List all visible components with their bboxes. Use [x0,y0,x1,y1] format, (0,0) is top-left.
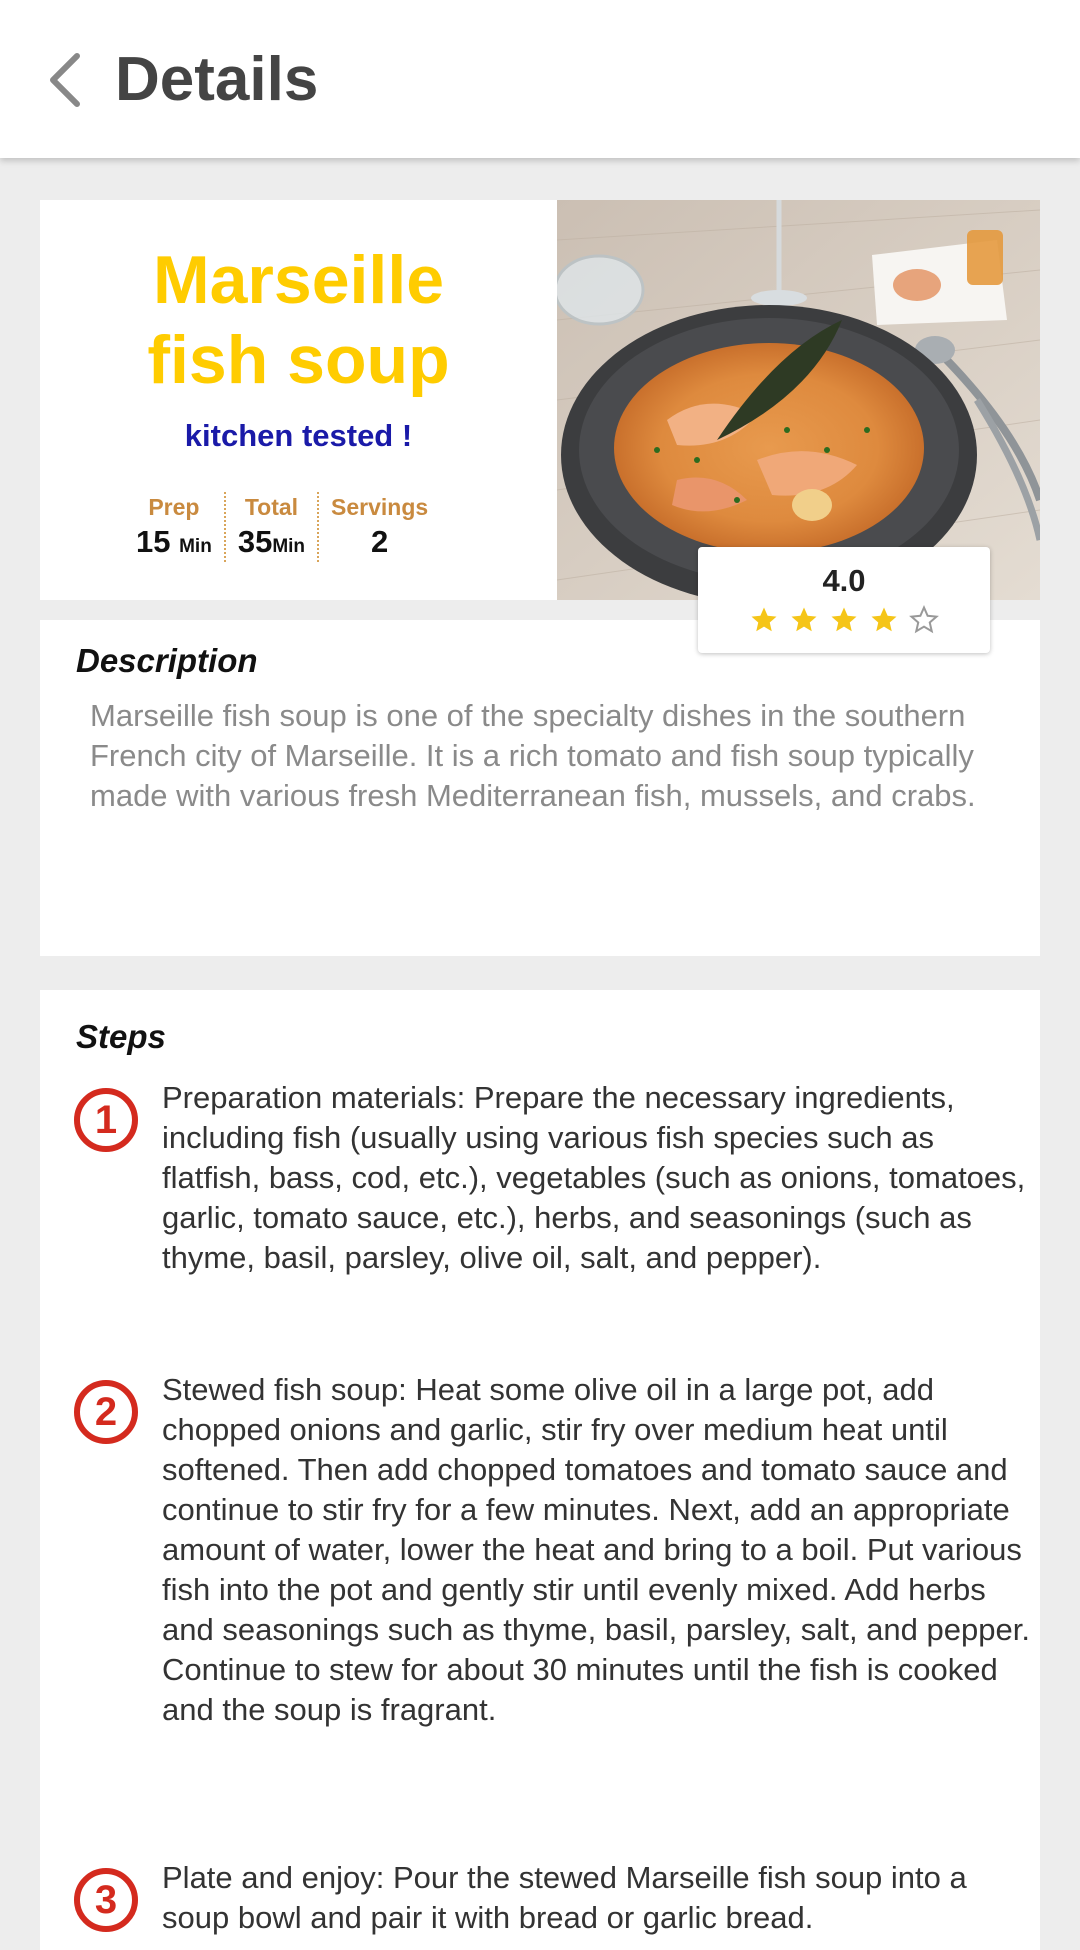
rating-card[interactable]: 4.0 [698,547,990,653]
top-app-bar: Details [0,0,1080,158]
recipe-title-line-1: Marseille [152,242,445,318]
chevron-left-icon [50,53,80,107]
recipe-title-line-2: fish soup [147,322,450,398]
stat-prep-label: Prep [148,494,200,520]
step-text: Plate and enjoy: Pour the stewed Marseil… [162,1860,967,1935]
star-filled-icon [831,607,857,632]
stat-total-number: 35 [237,524,273,559]
description-heading: Description [76,642,258,679]
kitchen-tested-badge: kitchen tested ! [184,418,413,453]
stat-servings: Servings 2 [317,492,440,562]
recipe-summary: Marseille fish soup kitchen tested ! Pre… [40,200,557,600]
rating-value: 4.0 [822,563,866,598]
steps-card: Steps 1 Preparation materials: Prepare t… [40,990,1040,1950]
steps-heading: Steps [76,1018,166,1055]
recipe-title: Marseille fish soup [40,240,557,400]
recipe-hero-card: Marseille fish soup kitchen tested ! Pre… [40,200,1040,600]
fish-soup-image [557,200,1040,600]
back-button[interactable] [40,50,90,110]
star-filled-icon [751,607,777,632]
stat-servings-label: Servings [331,494,429,520]
stat-prep-number: 15 [136,524,171,559]
recipe-stats: Prep 15 Min Total 35Min Servings 2 [124,492,440,562]
rating-stars [698,605,990,635]
stat-total-value: 35Min [238,522,305,567]
star-filled-icon [871,607,897,632]
recipe-photo [557,200,1040,600]
stat-prep-unit: Min [179,536,212,557]
step-number-badge: 3 [74,1868,138,1932]
stat-servings-value: 2 [370,524,389,559]
description-text: Marseille fish soup is one of the specia… [90,698,976,813]
step-number-badge: 2 [74,1380,138,1444]
star-empty-icon [909,605,939,634]
stat-total-unit: Min [272,536,306,557]
stat-total: Total 35Min [223,492,317,562]
stat-total-label: Total [244,494,299,520]
step-text: Stewed fish soup: Heat some olive oil in… [162,1372,1030,1727]
star-filled-icon [791,607,817,632]
step-number-badge: 1 [74,1088,138,1152]
page-title: Details [115,45,319,114]
stat-prep: Prep 15 Min [124,492,224,562]
description-card: Description Marseille fish soup is one o… [40,620,1040,956]
stat-prep-value: 15 Min [136,522,212,567]
step-text: Preparation materials: Prepare the neces… [162,1080,1026,1275]
